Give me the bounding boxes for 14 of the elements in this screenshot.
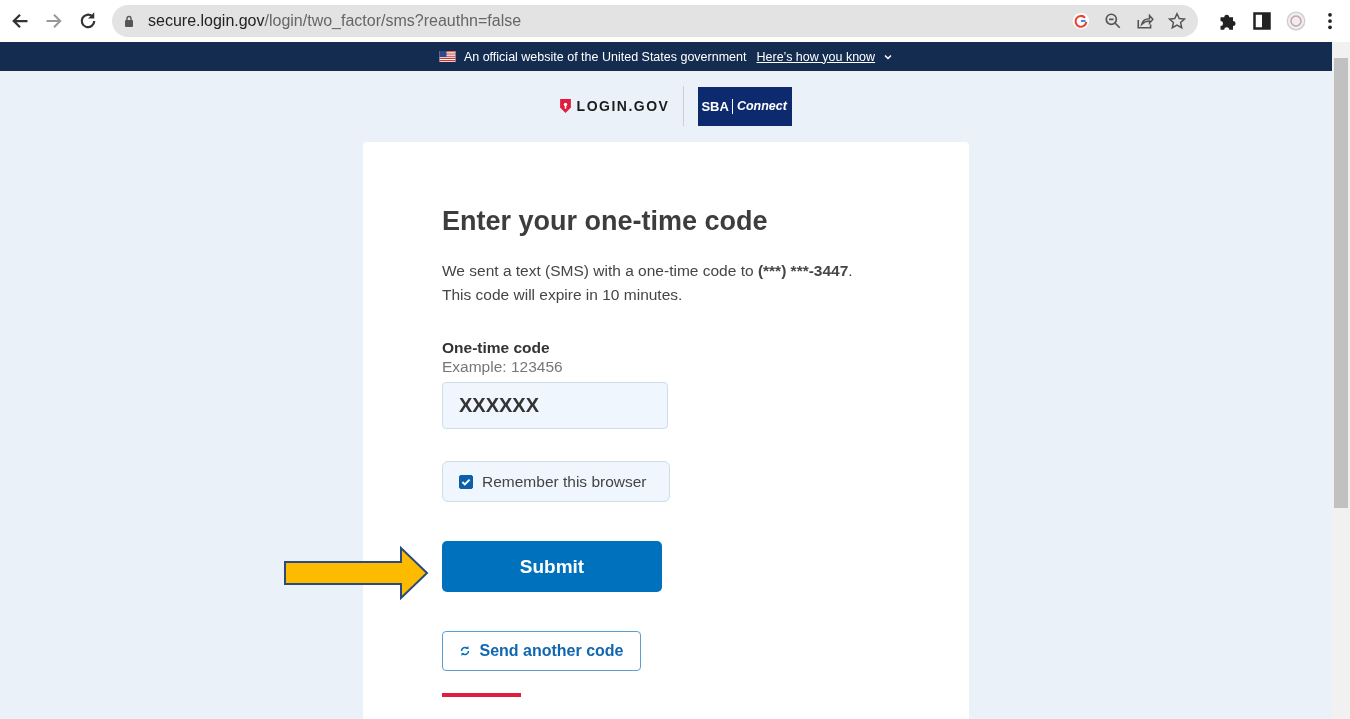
- banner-link[interactable]: Here’s how you know: [756, 49, 876, 64]
- url-text: secure.login.gov/login/two_factor/sms?reauthn=false: [148, 12, 522, 30]
- field-hint: Example: 123456: [442, 358, 564, 376]
- code-input-field[interactable]: XXXXXX: [442, 382, 668, 429]
- partner-logo: SBA Connect: [698, 86, 793, 126]
- banner-text: An official website of the United States government: [463, 49, 747, 64]
- login-logo-text: LOGIN.GOV: [576, 98, 670, 114]
- page-heading: Enter your one-time code: [442, 206, 769, 237]
- submit-button[interactable]: Submit: [442, 541, 662, 592]
- address-bar[interactable]: secure.login.gov/login/two_factor/sms?reauthn=false: [112, 5, 1198, 37]
- intro-text: We sent a text (SMS) with a one-time code to (***) ***-3447. This code will expire in 10 minutes.: [442, 261, 854, 305]
- resend-button[interactable]: Send another code: [442, 631, 641, 671]
- field-label: One-time code: [442, 339, 551, 357]
- remember-checkbox[interactable]: Remember this browser: [442, 461, 670, 502]
